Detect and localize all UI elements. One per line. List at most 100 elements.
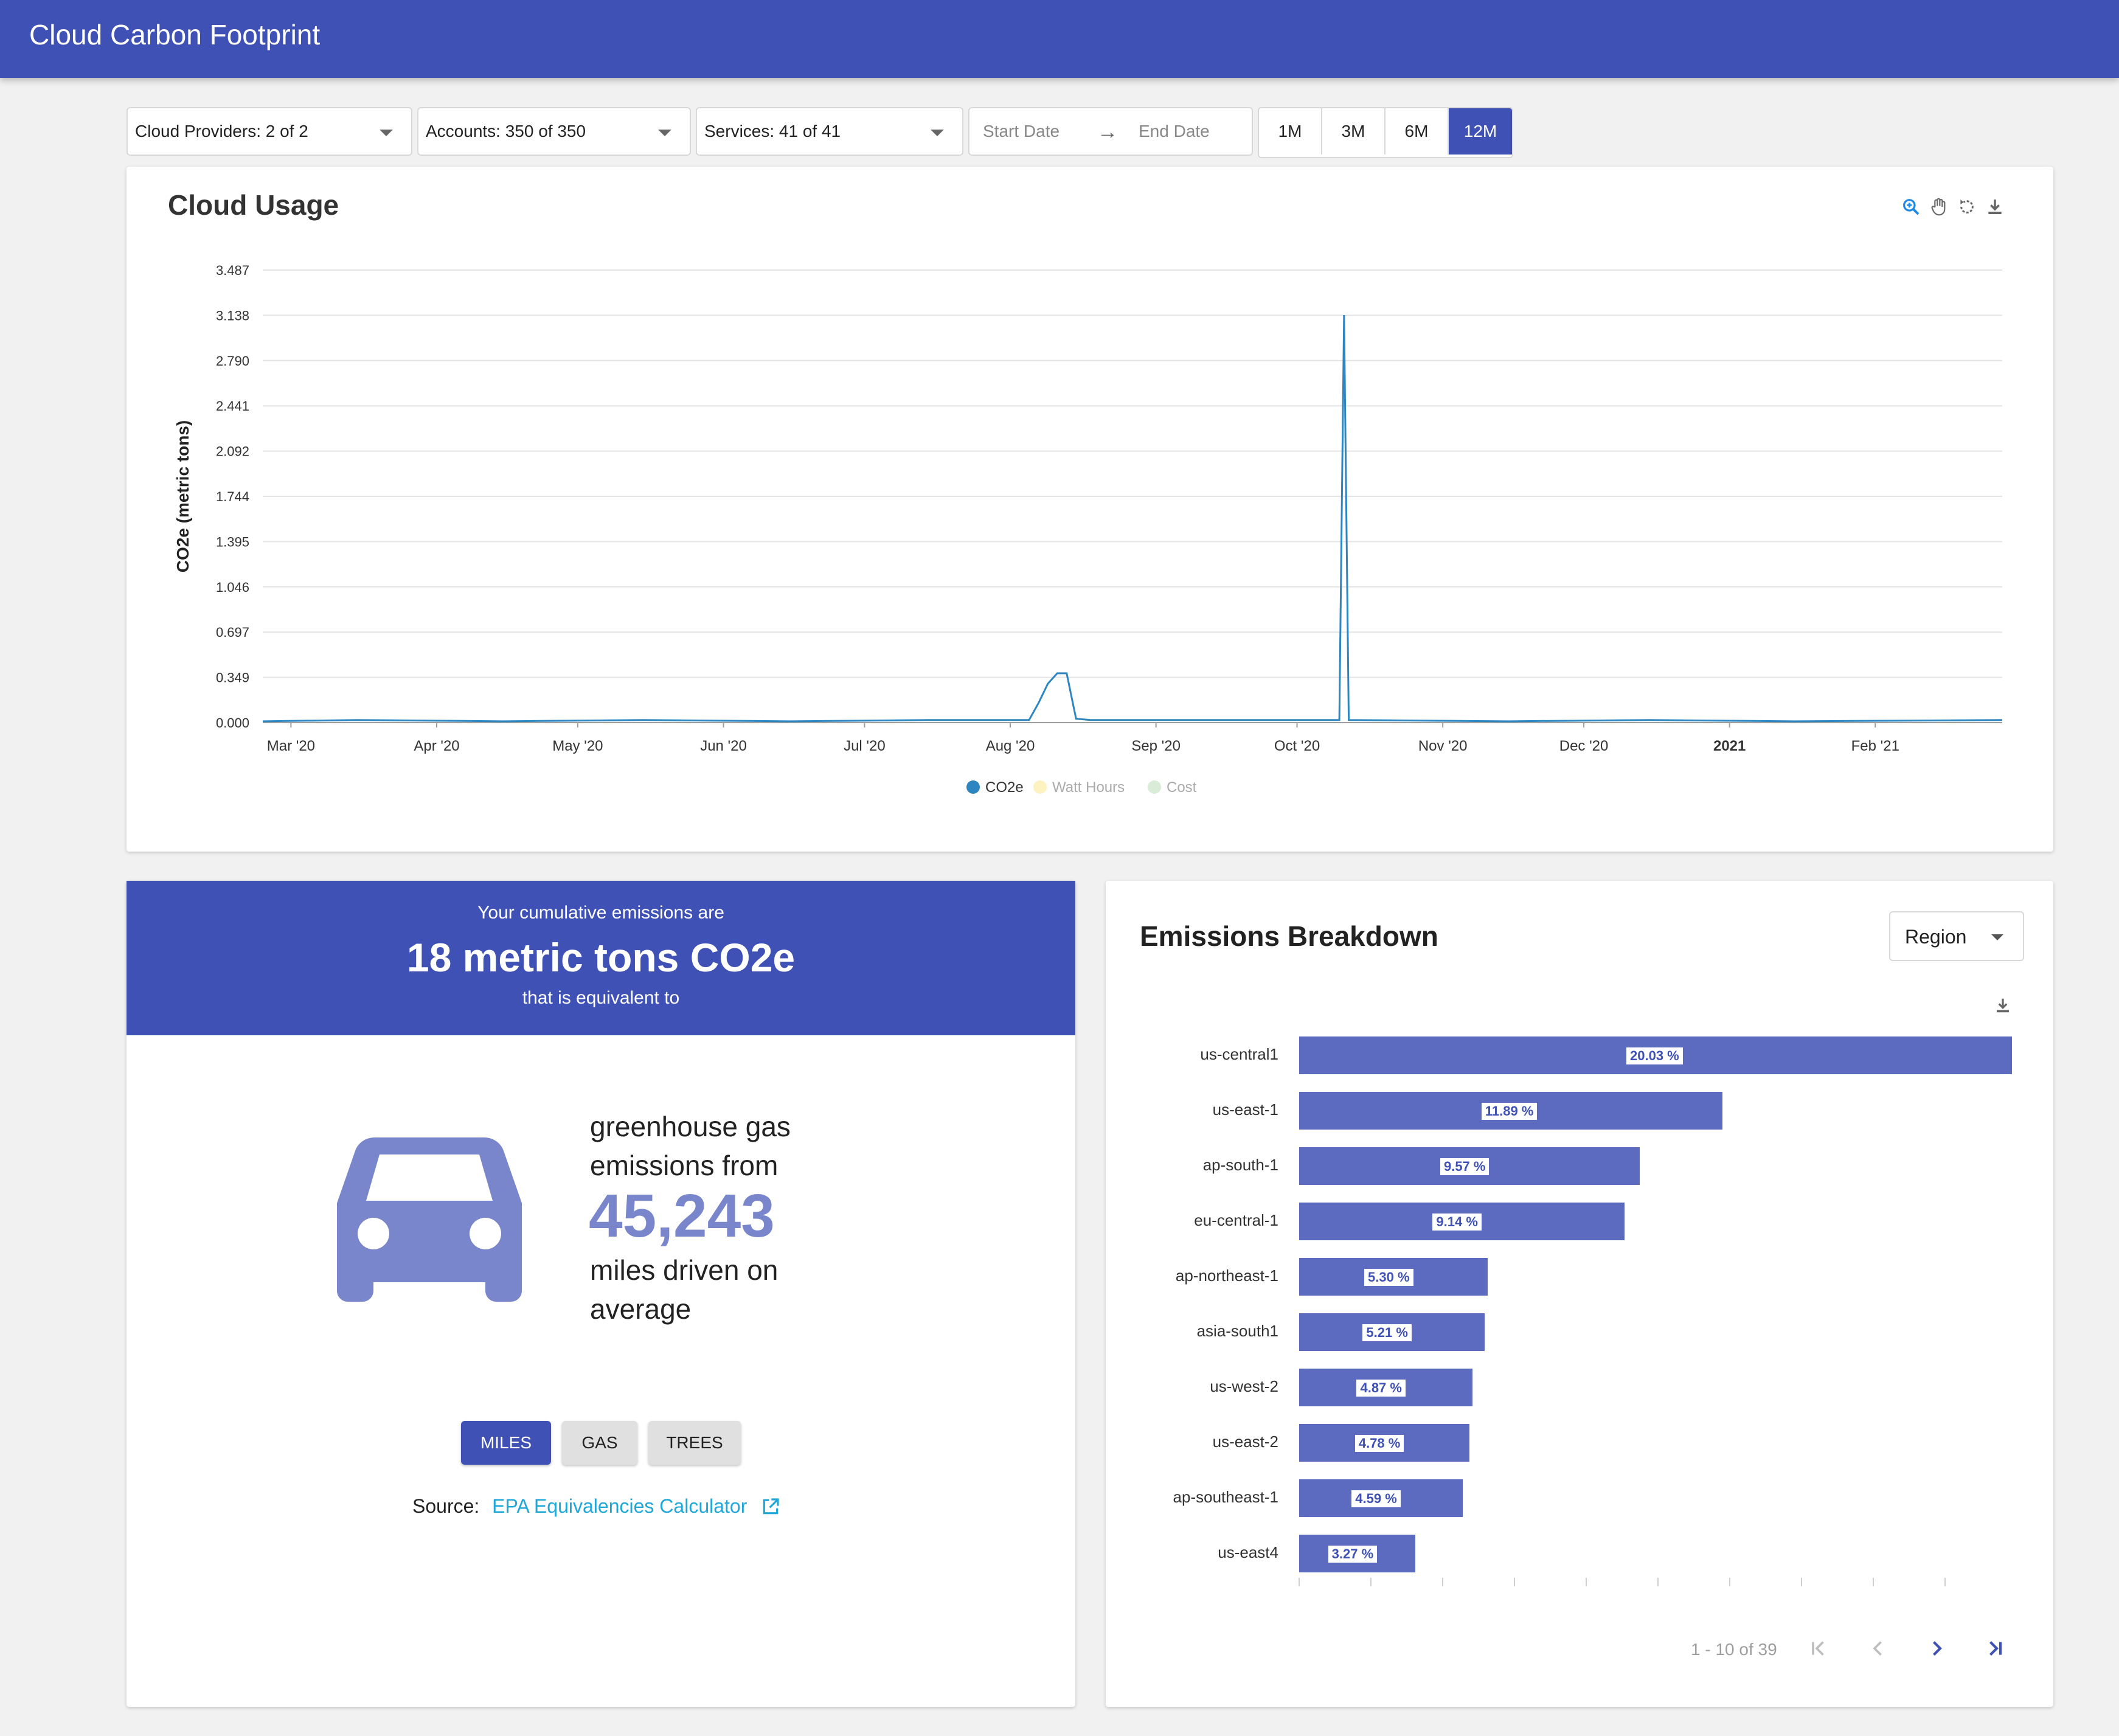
bar-value-label: 4.87 % <box>1355 1378 1407 1398</box>
x-tick-label: Oct '20 <box>1274 738 1320 754</box>
epa-calculator-link[interactable]: EPA Equivalencies Calculator <box>492 1495 747 1517</box>
app-bar: Cloud Carbon Footprint <box>0 0 2119 78</box>
bar-label: ap-northeast-1 <box>1175 1266 1278 1285</box>
cloud-providers-label: Cloud Providers: 2 of 2 <box>135 122 308 141</box>
bar-value-label: 3.27 % <box>1327 1544 1379 1564</box>
breakdown-grouping-select[interactable]: Region <box>1889 911 2024 961</box>
chevron-down-icon <box>380 130 393 136</box>
equivalency-line-4: average <box>590 1293 692 1325</box>
legend-label: Cost <box>1167 779 1197 796</box>
equivalency-header: Your cumulative emissions are 18 metric … <box>127 881 1075 1035</box>
services-dropdown[interactable]: Services: 41 of 41 <box>696 107 963 156</box>
y-tick-label: 0.697 <box>216 625 249 640</box>
app-title: Cloud Carbon Footprint <box>29 19 321 50</box>
bar-value-label: 20.03 % <box>1625 1046 1684 1066</box>
y-tick-label: 0.349 <box>216 670 249 686</box>
y-tick-label: 1.395 <box>216 534 249 549</box>
x-tick-label: Sep '20 <box>1131 738 1181 754</box>
y-tick-label: 2.790 <box>216 353 249 369</box>
bar-value-label: 9.14 % <box>1431 1212 1483 1232</box>
source-line: Source: EPA Equivalencies Calculator <box>412 1495 780 1518</box>
equivalent-to-label: that is equivalent to <box>522 988 680 1008</box>
breakdown-grouping-value: Region <box>1905 926 1967 948</box>
download-icon[interactable] <box>1994 996 2012 1015</box>
x-tick-label: Apr '20 <box>414 738 459 754</box>
bar-label: us-central1 <box>1200 1045 1278 1063</box>
bar-label: ap-south-1 <box>1202 1156 1278 1174</box>
x-tick-label: Feb '21 <box>1851 738 1899 754</box>
bar-label: us-east-1 <box>1212 1100 1278 1119</box>
bar-value-label: 9.57 % <box>1438 1157 1491 1176</box>
cumulative-emissions-label: Your cumulative emissions are <box>477 903 724 923</box>
bar-value-label: 5.21 % <box>1361 1323 1413 1342</box>
first-page-icon[interactable] <box>1808 1637 1829 1659</box>
equivalency-line-1: greenhouse gas <box>590 1111 791 1142</box>
start-date-input[interactable]: Start Date <box>983 122 1060 141</box>
equivalency-line-3: miles driven on <box>590 1254 779 1286</box>
external-link-icon[interactable] <box>761 1497 780 1516</box>
chevron-down-icon <box>1991 934 2003 940</box>
bar-label: us-east4 <box>1218 1543 1278 1561</box>
cumulative-emissions-value: 18 metric tons CO2e <box>406 935 796 980</box>
y-axis-label: CO2e (metric tons) <box>173 420 192 573</box>
equivalency-number: 45,243 <box>589 1182 775 1250</box>
services-label: Services: 41 of 41 <box>704 122 841 141</box>
co2e-series-line <box>262 315 2003 723</box>
accounts-dropdown[interactable]: Accounts: 350 of 350 <box>417 107 691 156</box>
next-page-icon[interactable] <box>1926 1637 1947 1659</box>
x-tick-label: May '20 <box>552 738 603 754</box>
last-page-icon[interactable] <box>1984 1637 2006 1659</box>
equivalency-text-after: miles driven on average <box>590 1251 778 1328</box>
bar-value-label: 11.89 % <box>1480 1102 1539 1121</box>
x-tick-label: Mar '20 <box>267 738 315 754</box>
gas-button[interactable]: GAS <box>562 1421 637 1465</box>
bar-label: ap-southeast-1 <box>1173 1488 1278 1506</box>
chart-toolbar <box>1901 197 2005 217</box>
car-icon <box>337 1137 522 1302</box>
arrow-right-icon: → <box>1097 120 1118 144</box>
prev-page-icon[interactable] <box>1867 1637 1889 1659</box>
cloud-usage-title: Cloud Usage <box>168 189 339 221</box>
breakdown-axis <box>1299 1578 1946 1586</box>
accounts-label: Accounts: 350 of 350 <box>426 122 586 141</box>
bar-value-label: 5.30 % <box>1363 1268 1415 1287</box>
bar-value-label: 4.78 % <box>1353 1434 1406 1453</box>
y-tick-label: 3.138 <box>216 308 249 323</box>
y-tick-label: 2.441 <box>216 398 249 414</box>
bar-value-label: 4.59 % <box>1350 1489 1402 1509</box>
x-tick-label: 2021 <box>1713 738 1746 754</box>
chevron-down-icon <box>931 130 944 136</box>
bar-label: eu-central-1 <box>1194 1211 1278 1229</box>
range-12m-button[interactable]: 12M <box>1449 108 1512 155</box>
pagination-range: 1 - 10 of 39 <box>1691 1640 1777 1659</box>
legend-label: Watt Hours <box>1052 779 1125 796</box>
y-tick-label: 0.000 <box>216 715 249 731</box>
range-1m-button[interactable]: 1M <box>1259 108 1322 155</box>
miles-button[interactable]: MILES <box>461 1421 551 1465</box>
x-tick-label: Nov '20 <box>1418 738 1468 754</box>
chevron-down-icon <box>658 130 671 136</box>
y-tick-label: 2.092 <box>216 444 249 459</box>
range-3m-button[interactable]: 3M <box>1322 108 1386 155</box>
range-button-group: 1M 3M 6M 12M <box>1258 107 1513 158</box>
emissions-breakdown-title: Emissions Breakdown <box>1140 920 1438 952</box>
date-range-picker[interactable]: Start Date → End Date <box>968 107 1253 156</box>
x-tick-label: Dec '20 <box>1559 738 1609 754</box>
end-date-input[interactable]: End Date <box>1139 122 1210 141</box>
range-6m-button[interactable]: 6M <box>1386 108 1449 155</box>
source-label: Source: <box>412 1495 480 1517</box>
y-tick-label: 1.744 <box>216 489 249 504</box>
y-tick-label: 3.487 <box>216 263 249 278</box>
cloud-providers-dropdown[interactable]: Cloud Providers: 2 of 2 <box>127 107 412 156</box>
legend-label: CO2e <box>985 779 1024 796</box>
cloud-usage-chart: 0.000 0.349 0.697 1.046 1.395 1.744 2.092 2.441… <box>173 263 2003 796</box>
download-icon[interactable] <box>1985 197 2005 217</box>
pan-hand-icon[interactable] <box>1929 197 1949 217</box>
legend-marker <box>966 780 980 794</box>
equivalency-line-2: emissions from <box>590 1150 779 1181</box>
legend-marker <box>1148 780 1161 794</box>
x-tick-label: Jun '20 <box>700 738 747 754</box>
zoom-in-icon[interactable] <box>1901 197 1921 217</box>
trees-button[interactable]: TREES <box>648 1421 741 1465</box>
reset-icon[interactable] <box>1957 197 1977 217</box>
